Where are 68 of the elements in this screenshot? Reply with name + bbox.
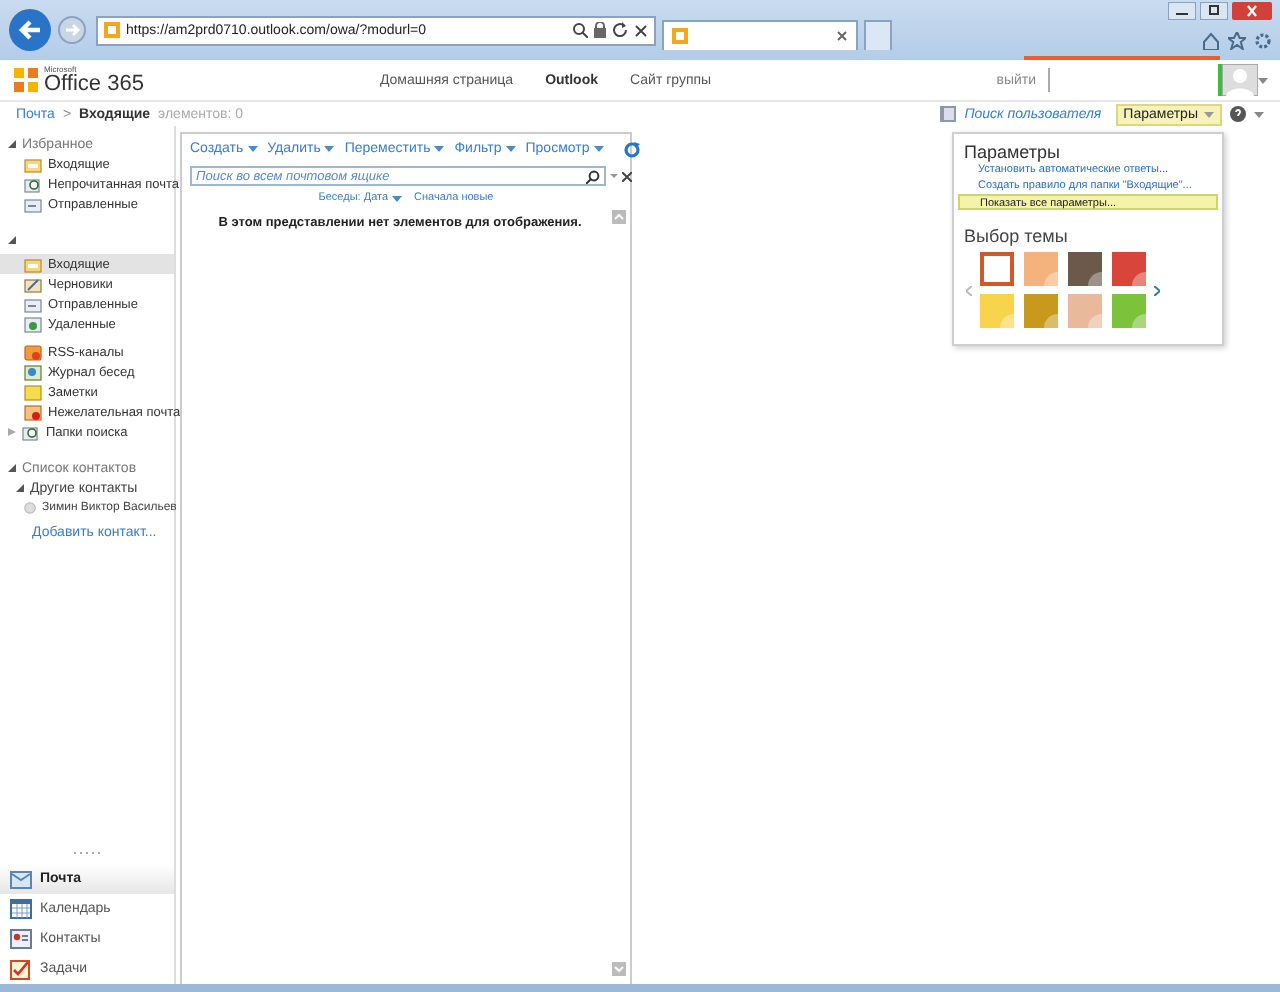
settings-icon[interactable] — [1254, 31, 1272, 49]
caret-icon — [247, 146, 258, 152]
theme-swatch[interactable] — [1068, 294, 1102, 328]
expand-arrow-icon[interactable] — [8, 236, 16, 244]
caret-icon[interactable] — [1258, 77, 1268, 83]
new-tab-button[interactable] — [864, 19, 892, 49]
scroll-down-button[interactable] — [612, 962, 626, 976]
folder-icon — [24, 195, 42, 213]
lock-icon — [594, 22, 606, 38]
back-button[interactable] — [8, 8, 52, 52]
caret-icon — [1204, 111, 1214, 117]
theme-swatch[interactable] — [980, 294, 1014, 328]
search-folder-icon — [22, 423, 40, 441]
calendar-icon — [10, 898, 32, 920]
envelope-icon — [10, 868, 32, 890]
caret-icon — [434, 146, 445, 152]
refresh-icon[interactable] — [623, 141, 640, 157]
caret-icon[interactable] — [610, 174, 618, 178]
caret-icon — [392, 195, 403, 201]
scroll-up-button[interactable] — [612, 210, 626, 224]
folder-icon — [24, 255, 42, 273]
folder-icon — [24, 155, 42, 173]
help-icon[interactable] — [1230, 106, 1246, 122]
forward-button[interactable] — [58, 16, 86, 44]
restore-button[interactable] — [1200, 2, 1228, 20]
close-icon[interactable] — [634, 23, 648, 37]
expand-arrow-icon[interactable] — [16, 484, 24, 492]
site-icon — [672, 27, 688, 43]
theme-swatch[interactable] — [980, 252, 1014, 286]
folder-icon — [24, 295, 42, 313]
close-icon[interactable] — [836, 29, 848, 41]
folder-icon — [24, 343, 42, 361]
search-icon[interactable] — [586, 169, 600, 183]
caret-icon — [324, 146, 335, 152]
close-button[interactable] — [1232, 2, 1272, 20]
site-icon — [104, 22, 120, 38]
expand-arrow-icon[interactable] — [8, 464, 16, 472]
folder-icon — [24, 315, 42, 333]
menu-title: Параметры — [962, 142, 1062, 162]
folder-icon — [24, 403, 42, 421]
presence-icon — [24, 502, 36, 514]
caret-icon — [505, 146, 516, 152]
close-icon[interactable] — [622, 171, 632, 181]
logo-text: Office 365 — [44, 73, 144, 95]
office-logo-icon — [12, 66, 40, 94]
theme-swatch[interactable] — [1024, 252, 1058, 286]
theme-title: Выбор темы — [962, 226, 1070, 246]
folder-icon — [24, 363, 42, 381]
avatar-icon[interactable] — [1218, 64, 1258, 96]
home-icon[interactable] — [1202, 31, 1220, 49]
theme-swatch[interactable] — [1068, 252, 1102, 286]
refresh-icon[interactable] — [612, 22, 628, 38]
star-icon[interactable] — [1228, 31, 1246, 49]
search-icon[interactable] — [572, 22, 588, 38]
folder-icon — [24, 383, 42, 401]
theme-swatch[interactable] — [1112, 252, 1146, 286]
theme-swatch[interactable] — [1024, 294, 1058, 328]
expand-arrow-icon[interactable] — [8, 140, 16, 148]
caret-icon — [593, 146, 604, 152]
browser-tab[interactable] — [662, 19, 858, 49]
contact-card-icon — [10, 928, 32, 950]
address-book-icon — [940, 106, 957, 122]
checkbox-icon — [10, 958, 32, 980]
theme-swatch[interactable] — [1112, 294, 1146, 328]
caret-icon — [1254, 111, 1264, 117]
search-folder-icon — [24, 175, 42, 193]
minimize-button[interactable] — [1168, 2, 1196, 20]
folder-icon — [24, 275, 42, 293]
